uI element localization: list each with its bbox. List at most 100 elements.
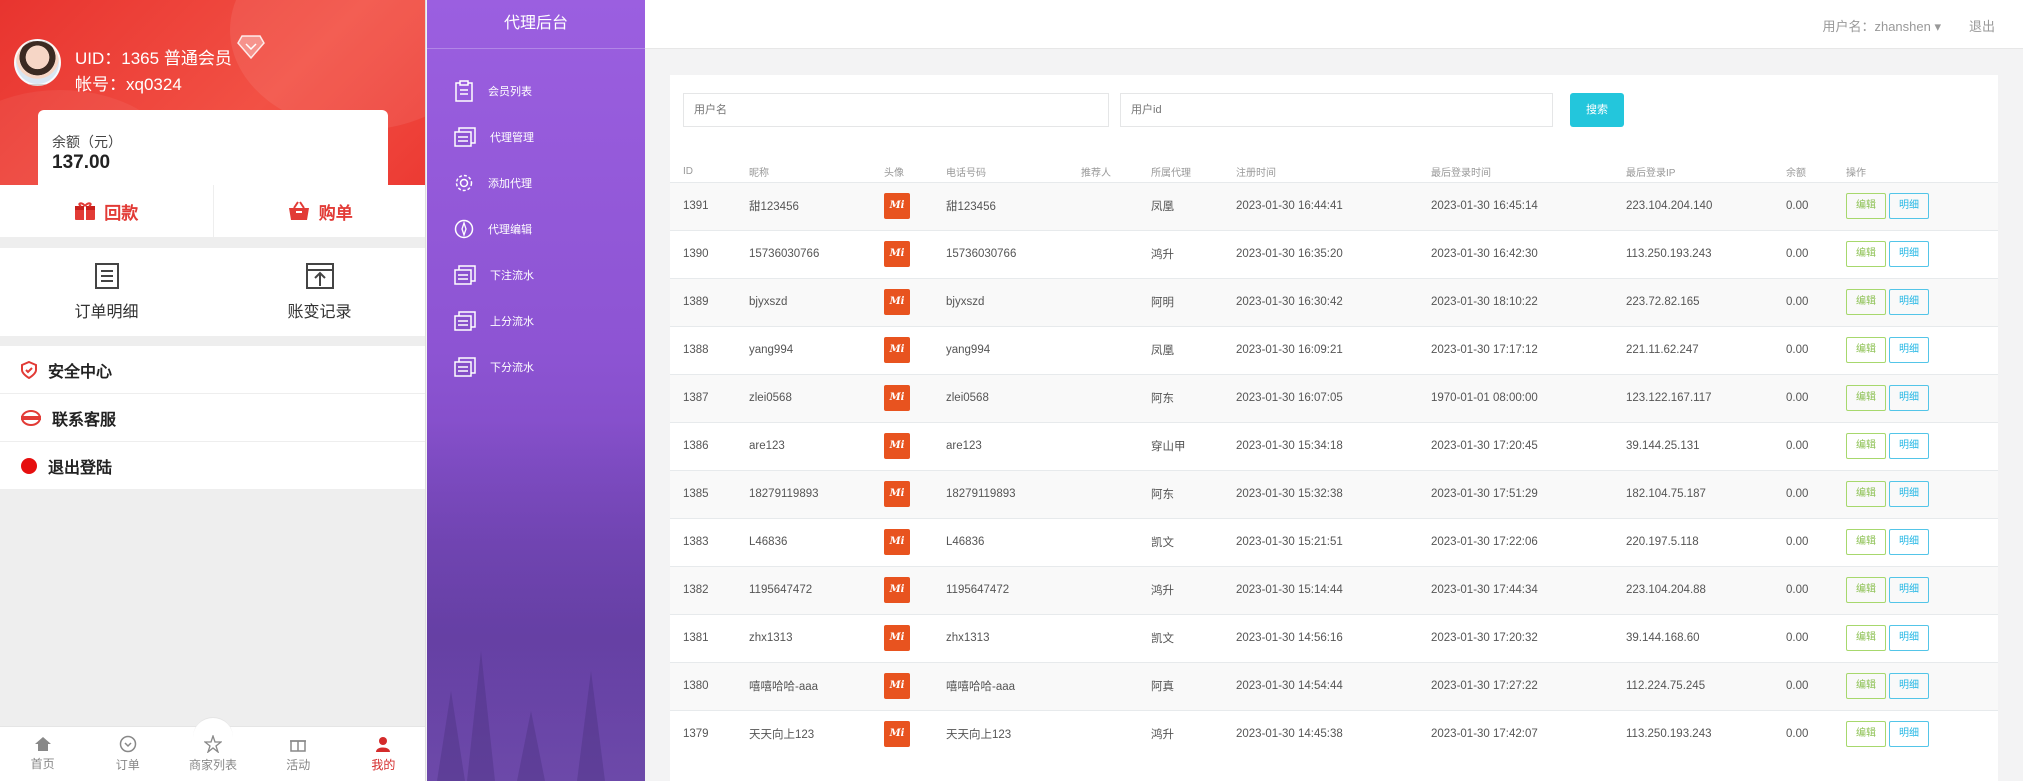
order-icon [119,735,137,753]
cell-referrer [1068,469,1138,518]
tab-home-label: 首页 [30,757,55,771]
avatar-image: Mi [884,673,910,699]
detail-button[interactable]: 明细 [1889,289,1929,315]
col-last-login: 最后登录时间 [1431,168,1491,180]
col-actions: 操作 [1846,168,1866,180]
detail-button[interactable]: 明细 [1889,433,1929,459]
avatar[interactable] [14,39,61,86]
tab-home[interactable]: 首页 [0,727,85,781]
home-icon [34,737,51,751]
cell-nickname: 天天向上123 [736,709,871,758]
cell-reg-time: 2023-01-30 15:34:18 [1223,421,1418,470]
cell-id: 1385 [670,469,736,518]
cell-id: 1383 [670,517,736,566]
cell-last-login: 2023-01-30 16:42:30 [1418,229,1613,278]
detail-button[interactable]: 明细 [1889,529,1929,555]
cell-phone: bjyxszd [933,277,1068,326]
edit-button[interactable]: 编辑 [1846,625,1886,651]
detail-button[interactable]: 明细 [1889,481,1929,507]
detail-button[interactable]: 明细 [1889,337,1929,363]
balance-card: 余额（元） 137.00 [38,110,388,190]
logout-item[interactable]: 退出登陆 [0,442,425,490]
detail-button[interactable]: 明细 [1889,721,1929,748]
edit-button[interactable]: 编辑 [1846,193,1886,219]
tab-orders[interactable]: 订单 [85,727,170,781]
cell-balance: 0.00 [1773,325,1833,374]
cell-referrer [1068,517,1138,566]
userid-input[interactable] [1120,93,1553,127]
detail-button[interactable]: 明细 [1889,673,1929,699]
logout-link[interactable]: 退出 [1969,16,1995,35]
cell-phone: 15736030766 [933,229,1068,278]
cell-last-login: 2023-01-30 16:45:14 [1418,181,1613,230]
cell-ip: 220.197.5.118 [1613,517,1773,566]
sidebar-item-bet-flow[interactable]: 下注流水 [427,252,645,298]
col-id: ID [683,166,693,178]
username-input[interactable] [683,93,1109,127]
cell-nickname: bjyxszd [736,277,871,326]
order-detail-button[interactable]: 订单明细 [0,248,213,336]
table-row: 1386 are123 Mi are123 穿山甲 2023-01-30 15:34:18… [670,421,1998,470]
edit-button[interactable]: 编辑 [1846,241,1886,267]
avatar-image: Mi [884,529,910,555]
tab-activity[interactable]: 活动 [256,727,341,781]
detail-button[interactable]: 明细 [1889,193,1929,219]
sidebar-item-label: 下分流水 [490,362,534,374]
refund-button[interactable]: 回款 [0,185,214,237]
cell-phone: 天天向上123 [933,709,1068,758]
edit-button[interactable]: 编辑 [1846,721,1886,748]
avatar-image: Mi [884,625,910,651]
detail-button[interactable]: 明细 [1889,241,1929,267]
search-button[interactable]: 搜索 [1570,93,1624,127]
member-list-panel: 搜索 ID 昵称 头像 电话号码 推荐人 所属代理 注册时间 最后登录时间 [670,75,1998,781]
account-record-button[interactable]: 账变记录 [213,248,425,336]
gear-icon [455,174,473,192]
cell-referrer [1068,325,1138,374]
detail-button[interactable]: 明细 [1889,385,1929,411]
balance-value: 137.00 [52,152,111,173]
tab-merchant-list[interactable]: 商家列表 [170,717,255,781]
avatar-image: Mi [884,385,910,411]
edit-button[interactable]: 编辑 [1846,385,1886,411]
star-icon [204,735,222,753]
edit-button[interactable]: 编辑 [1846,433,1886,459]
tab-mine[interactable]: 我的 [341,727,425,781]
cell-agent: 阿东 [1138,469,1223,518]
col-avatar: 头像 [884,168,904,180]
logout-dot-icon [21,457,37,474]
sidebar-item-add-agent[interactable]: 添加代理 [427,160,645,206]
cell-id: 1379 [670,709,736,758]
sidebar-item-deposit-flow[interactable]: 上分流水 [427,298,645,344]
cell-reg-time: 2023-01-30 15:32:38 [1223,469,1418,518]
cell-phone: 甜123456 [933,181,1068,230]
detail-button[interactable]: 明细 [1889,625,1929,651]
cell-avatar: Mi [871,469,933,518]
sidebar-item-member-list[interactable]: 会员列表 [427,68,645,114]
edit-button[interactable]: 编辑 [1846,529,1886,555]
list-icon [454,357,476,377]
user-dropdown[interactable]: 用户名：zhanshen ▾ [1822,16,1941,35]
cell-referrer [1068,229,1138,278]
cell-last-login: 2023-01-30 17:27:22 [1418,661,1613,710]
edit-button[interactable]: 编辑 [1846,481,1886,507]
edit-button[interactable]: 编辑 [1846,577,1886,603]
account-label: 帐号：xq0324 [75,75,182,94]
table-body: 1391 甜123456 Mi 甜123456 凤凰 2023-01-30 16:44:4… [670,181,1998,758]
sidebar-item-agent-manage[interactable]: 代理管理 [427,114,645,160]
sidebar-item-withdraw-flow[interactable]: 下分流水 [427,344,645,390]
detail-button[interactable]: 明细 [1889,577,1929,603]
buy-order-button[interactable]: 购单 [214,185,426,237]
contact-support-item[interactable]: 联系客服 [0,394,425,442]
sidebar-item-label: 代理编辑 [488,224,532,236]
security-center-item[interactable]: 安全中心 [0,346,425,394]
edit-button[interactable]: 编辑 [1846,673,1886,699]
cell-avatar: Mi [871,229,933,278]
sidebar-item-agent-edit[interactable]: 代理编辑 [427,206,645,252]
cell-avatar: Mi [871,565,933,614]
edit-button[interactable]: 编辑 [1846,337,1886,363]
sidebar-item-label: 代理管理 [490,132,534,144]
cell-ip: 223.104.204.88 [1613,565,1773,614]
edit-button[interactable]: 编辑 [1846,289,1886,315]
cell-actions: 编辑 明细 [1833,469,1998,518]
uid-label: UID：1365 普通会员 [75,49,232,68]
